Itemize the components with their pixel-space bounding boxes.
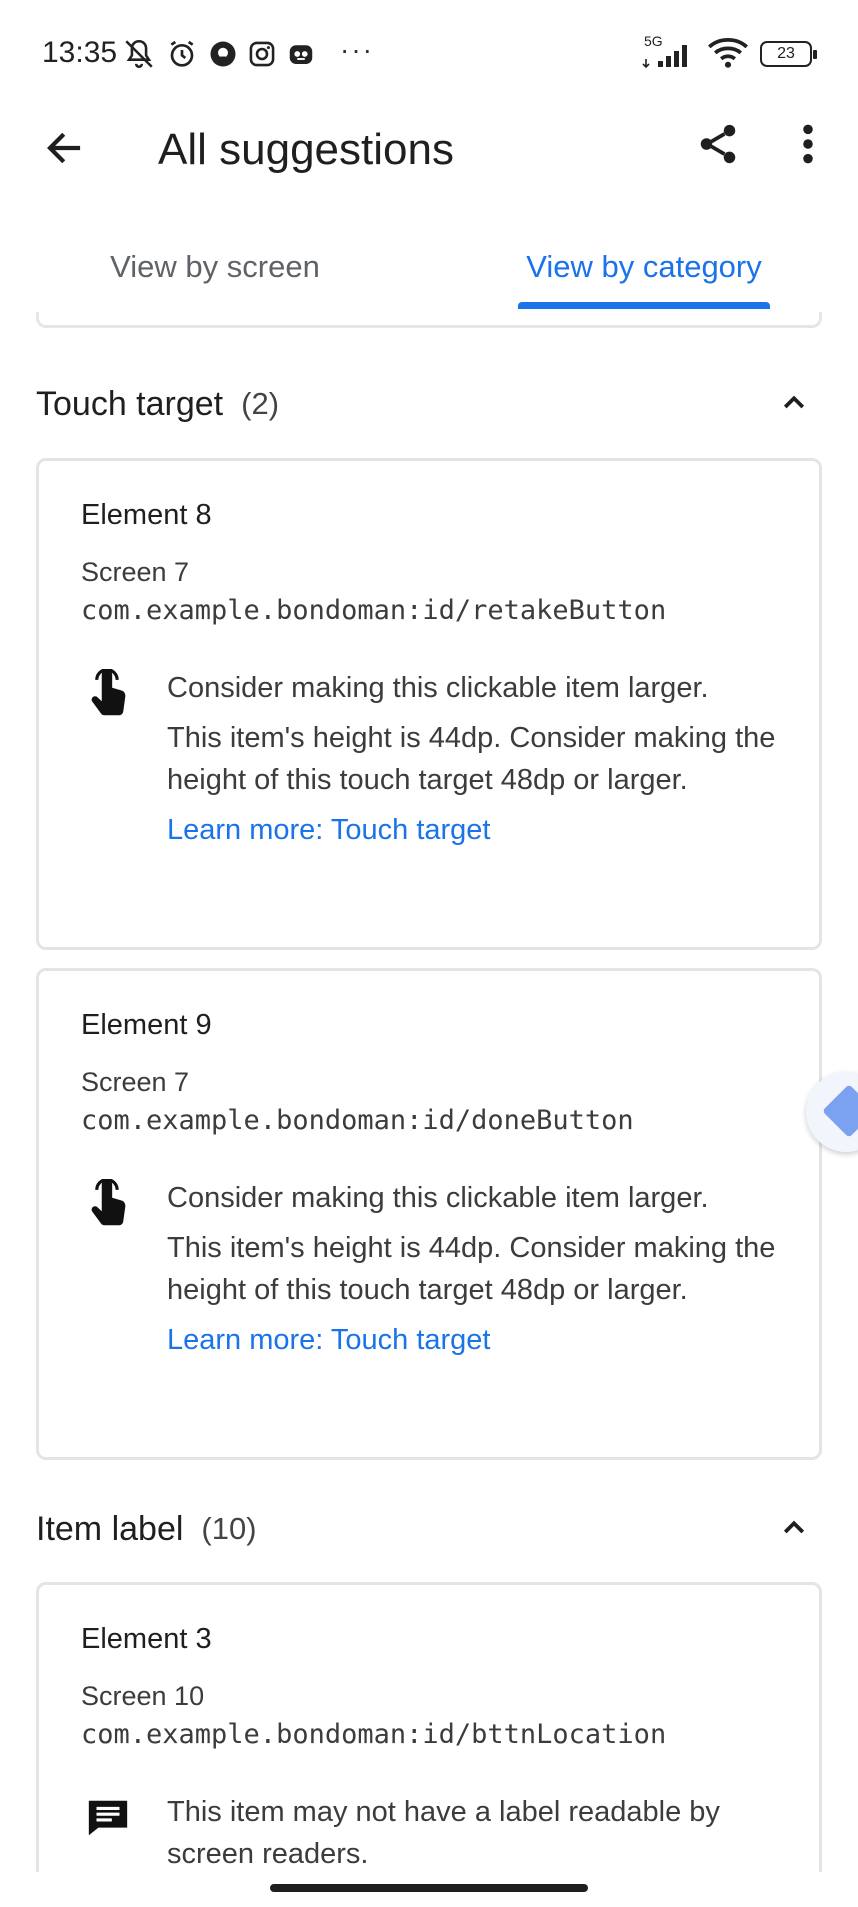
card-screen: Screen 7 (81, 1067, 190, 1097)
comment-icon (83, 1795, 133, 1847)
app-icon (286, 39, 316, 69)
suggestion-card[interactable]: Element 3 Screen 10 com.example.bondoman… (36, 1582, 822, 1872)
card-summary: This item may not have a label readable … (167, 1796, 720, 1870)
section-header-item-label[interactable]: Item label (10) (36, 1499, 822, 1559)
section-header-touch-target[interactable]: Touch target (2) (36, 374, 822, 434)
card-detail: This item's height is 44dp. Consider mak… (167, 1232, 776, 1306)
battery-level: 23 (777, 45, 795, 62)
tab-view-by-screen[interactable]: View by screen (40, 222, 390, 312)
section-title: Touch target (36, 384, 224, 423)
section-count: (10) (201, 1511, 257, 1546)
learn-more-link[interactable]: Learn more: Touch target (167, 1319, 797, 1361)
scanner-icon (822, 1084, 858, 1138)
instagram-icon (248, 40, 276, 68)
collapse-button[interactable] (766, 1501, 822, 1557)
touch-icon (83, 669, 133, 721)
card-summary: Consider making this clickable item larg… (167, 672, 709, 704)
tab-indicator (518, 302, 770, 309)
chevron-up-icon (779, 387, 809, 422)
card-description: Consider making this clickable item larg… (167, 1177, 797, 1361)
card-resource-id: com.example.bondoman:id/bttnLocation (81, 1719, 667, 1750)
suggestions-list[interactable]: Touch target (2) Element 8 Screen 7 com.… (0, 312, 858, 1872)
card-title: Element 8 (81, 499, 212, 531)
suggestion-card[interactable]: Element 9 Screen 7 com.example.bondoman:… (36, 968, 822, 1460)
collapse-button[interactable] (766, 376, 822, 432)
share-button[interactable] (690, 118, 746, 174)
touch-icon (83, 1179, 133, 1231)
app-bar: All suggestions (0, 104, 858, 232)
chevron-up-icon (779, 1512, 809, 1547)
home-indicator[interactable] (270, 1884, 588, 1892)
wifi-icon (706, 35, 750, 74)
arrow-back-icon (43, 127, 85, 174)
card-resource-id: com.example.bondoman:id/retakeButton (81, 595, 667, 626)
status-time: 13:35 (42, 36, 118, 69)
suggestion-card[interactable]: Element 8 Screen 7 com.example.bondoman:… (36, 458, 822, 950)
card-description: Consider making this clickable item larg… (167, 667, 797, 851)
section-title: Item label (36, 1509, 184, 1548)
battery-icon: 23 (760, 41, 817, 67)
learn-more-link[interactable]: Learn more: Touch target (167, 809, 797, 851)
card-summary: Consider making this clickable item larg… (167, 1182, 709, 1214)
mute-icon (122, 37, 156, 71)
previous-card (36, 312, 822, 328)
vpn-icon (208, 39, 238, 69)
back-button[interactable] (36, 122, 92, 178)
more-options-button[interactable] (780, 118, 836, 174)
status-bar: 13:35 ··· 5G 23 (0, 0, 858, 104)
notification-icons (122, 36, 316, 72)
card-description: This item may not have a label readable … (167, 1791, 797, 1872)
system-icons: 5G 23 (642, 33, 817, 74)
share-icon (695, 121, 741, 172)
section-count: (2) (241, 386, 280, 421)
signal-icon: 5G (642, 33, 696, 71)
card-title: Element 3 (81, 1623, 212, 1655)
page-title: All suggestions (158, 125, 454, 174)
card-title: Element 9 (81, 1009, 212, 1041)
tab-bar: View by screen View by category (0, 222, 858, 312)
alarm-icon (166, 38, 198, 70)
card-detail: This item's height is 44dp. Consider mak… (167, 722, 776, 796)
more-vert-icon (800, 122, 816, 171)
card-screen: Screen 10 (81, 1681, 205, 1711)
overflow-indicator: ··· (340, 34, 374, 65)
tab-view-by-category[interactable]: View by category (500, 222, 788, 312)
card-screen: Screen 7 (81, 557, 190, 587)
card-resource-id: com.example.bondoman:id/doneButton (81, 1105, 634, 1136)
